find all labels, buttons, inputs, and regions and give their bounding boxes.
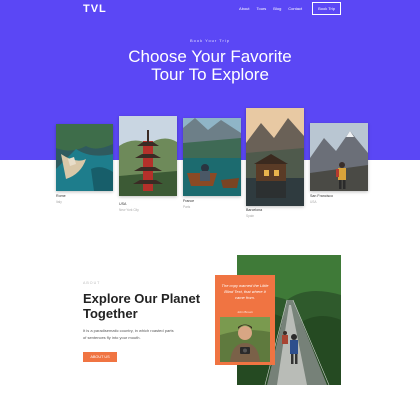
destination-country: USA bbox=[310, 200, 317, 204]
destination-image bbox=[183, 118, 241, 196]
destination-city: San Francisco bbox=[310, 194, 333, 198]
destination-country: New York City bbox=[119, 208, 139, 212]
destination-city: Rome bbox=[56, 194, 66, 198]
nav-about[interactable]: About bbox=[239, 6, 249, 11]
destination-card-rome[interactable]: Rome Italy bbox=[56, 124, 113, 219]
testimonial-card: The copy warned the Little Blind Text, t… bbox=[215, 275, 275, 365]
destination-card-san-francisco[interactable]: San Francisco USA bbox=[310, 123, 368, 208]
hero-title: Choose Your Favorite Tour To Explore bbox=[0, 48, 420, 84]
destination-country: Italy bbox=[56, 200, 62, 204]
destination-country: Paris bbox=[183, 205, 191, 209]
testimonial-quote: The copy warned the Little Blind Text, t… bbox=[221, 283, 269, 300]
about-description: It is a paradisematic country, in which … bbox=[83, 328, 174, 340]
destination-card-usa[interactable]: USA New York City bbox=[119, 116, 177, 216]
book-trip-button[interactable]: Book Trip bbox=[312, 2, 341, 15]
nav-tours[interactable]: Tours bbox=[257, 6, 267, 11]
destination-city: USA bbox=[119, 202, 127, 206]
about-us-button[interactable]: ABOUT US bbox=[83, 352, 117, 362]
destination-card-france[interactable]: France Paris bbox=[183, 118, 241, 210]
hero-title-line-2: Tour To Explore bbox=[151, 65, 269, 84]
about-eyebrow: ABOUT bbox=[83, 281, 101, 285]
destination-image bbox=[119, 116, 177, 196]
destination-image bbox=[310, 123, 368, 191]
hero-eyebrow: Book Your Trip bbox=[189, 38, 231, 43]
destination-country: Spain bbox=[246, 214, 255, 218]
nav-blog[interactable]: Blog bbox=[273, 6, 281, 11]
author-avatar bbox=[220, 317, 270, 362]
nav-contact[interactable]: Contact bbox=[288, 6, 302, 11]
destination-city: Barcelona bbox=[246, 208, 263, 212]
hero-title-line-1: Choose Your Favorite bbox=[128, 47, 292, 66]
destination-card-barcelona[interactable]: Barcelona Spain bbox=[246, 108, 304, 220]
testimonial-author: John Brown bbox=[237, 310, 253, 314]
destination-city: France bbox=[183, 199, 195, 203]
destination-image bbox=[246, 108, 304, 206]
destination-image bbox=[56, 124, 113, 191]
logo[interactable]: TVL bbox=[83, 3, 107, 15]
main-nav: About Tours Blog Contact Book Trip bbox=[239, 2, 341, 15]
about-title: Explore Our Planet Together bbox=[83, 291, 201, 321]
